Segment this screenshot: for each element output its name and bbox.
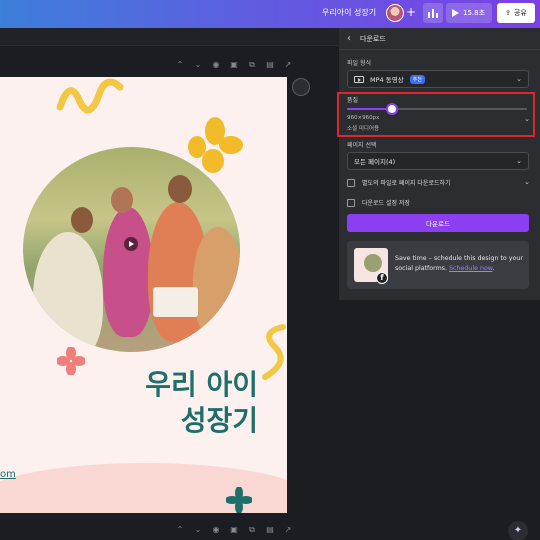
comment-button[interactable] [292,78,310,96]
add-page-icon[interactable]: ↗ [283,61,293,69]
separate-files-option[interactable]: 별도의 파일로 페이지 다운로드하기 [347,178,451,187]
play-icon [452,9,459,17]
file-type-label: 파일 형식 [347,60,371,67]
file-type-value: MP4 동영상 [370,76,404,84]
video-icon [354,75,364,83]
chevron-down-icon[interactable]: ⌄ [524,178,530,186]
analytics-icon[interactable] [423,3,443,23]
page-link-text[interactable]: om [0,469,16,480]
save-settings-option[interactable]: 다운로드 설정 저장 [347,198,410,207]
chevron-left-icon[interactable]: ‹ [347,33,351,44]
recommended-badge: 추천 [409,74,425,84]
top-bar: 우리아이 성장기 + 15.8초 ⇪ 공유 [0,0,540,28]
schedule-promo: f Save time – schedule this design to yo… [347,241,529,289]
play-button[interactable]: 15.8초 [446,3,492,23]
promo-period: . [492,265,495,272]
trash-icon[interactable]: ▤ [265,526,275,534]
save-settings-label: 다운로드 설정 저장 [362,200,410,207]
chevron-down-icon[interactable]: ⌄ [193,526,203,534]
page-select-value: 모든 페이지(4) [354,158,396,166]
add-collaborator-icon[interactable]: + [406,5,416,19]
yellow-squiggle-right [262,324,286,380]
duplicate-icon[interactable]: ⧉ [247,61,257,69]
share-icon: ⇪ [505,9,511,17]
share-label: 공유 [513,9,527,17]
promo-mini-photo [364,254,382,272]
chevron-down-icon: ⌄ [516,75,522,83]
chevron-down-icon[interactable]: ⌄ [193,61,203,69]
schedule-now-link[interactable]: Schedule now [449,265,492,272]
lock-icon[interactable]: ▣ [229,61,239,69]
design-page[interactable]: 우리 아이 성장기 om [0,77,287,513]
play-duration: 15.8초 [463,9,486,17]
page-tools-top: ⌃ ⌄ ◉ ▣ ⧉ ▤ ↗ [175,61,293,69]
eye-icon[interactable]: ◉ [211,526,221,534]
share-button[interactable]: ⇪ 공유 [497,3,535,23]
lock-icon[interactable]: ▣ [229,526,239,534]
chevron-up-icon[interactable]: ⌃ [175,61,185,69]
document-title[interactable]: 우리아이 성장기 [322,7,376,18]
panel-title: 다운로드 [360,34,386,43]
magic-icon[interactable]: ✦ [508,521,528,540]
separate-files-label: 별도의 파일로 페이지 다운로드하기 [362,180,451,187]
page-select[interactable]: 모든 페이지(4) ⌄ [347,152,529,170]
promo-text: Save time – schedule this design to your… [395,254,523,274]
editor-toolbar-strip [0,28,340,46]
duplicate-icon[interactable]: ⧉ [247,526,257,534]
pink-flower-decoration [57,347,85,375]
teal-flower-decoration [226,487,252,513]
yellow-squiggle-decoration [56,78,124,114]
trash-icon[interactable]: ▤ [265,61,275,69]
headline-line-1: 우리 아이 [145,368,258,401]
download-panel: ‹ 다운로드 파일 형식 MP4 동영상 추천 ⌄ 품질 960×960px 소… [339,28,540,300]
chevron-up-icon[interactable]: ⌃ [175,526,185,534]
page-select-label: 페이지 선택 [347,142,377,149]
avatar[interactable] [386,4,404,22]
page-tools-bottom: ⌃ ⌄ ◉ ▣ ⧉ ▤ ↗ [175,526,293,534]
download-button[interactable]: 다운로드 [347,214,529,232]
chevron-down-icon: ⌄ [516,157,522,165]
promo-thumbnail: f [354,248,388,284]
save-settings-checkbox[interactable] [347,198,355,207]
headline[interactable]: 우리 아이 성장기 [108,367,258,439]
eye-icon[interactable]: ◉ [211,61,221,69]
quality-highlight-box [337,92,535,137]
video-play-icon[interactable] [124,237,138,251]
headline-line-2: 성장기 [180,404,258,437]
add-page-icon[interactable]: ↗ [283,526,293,534]
facebook-icon: f [376,272,388,284]
separate-files-checkbox[interactable] [347,178,355,187]
file-type-select[interactable]: MP4 동영상 추천 ⌄ [347,70,529,88]
panel-header: ‹ 다운로드 [339,28,540,50]
